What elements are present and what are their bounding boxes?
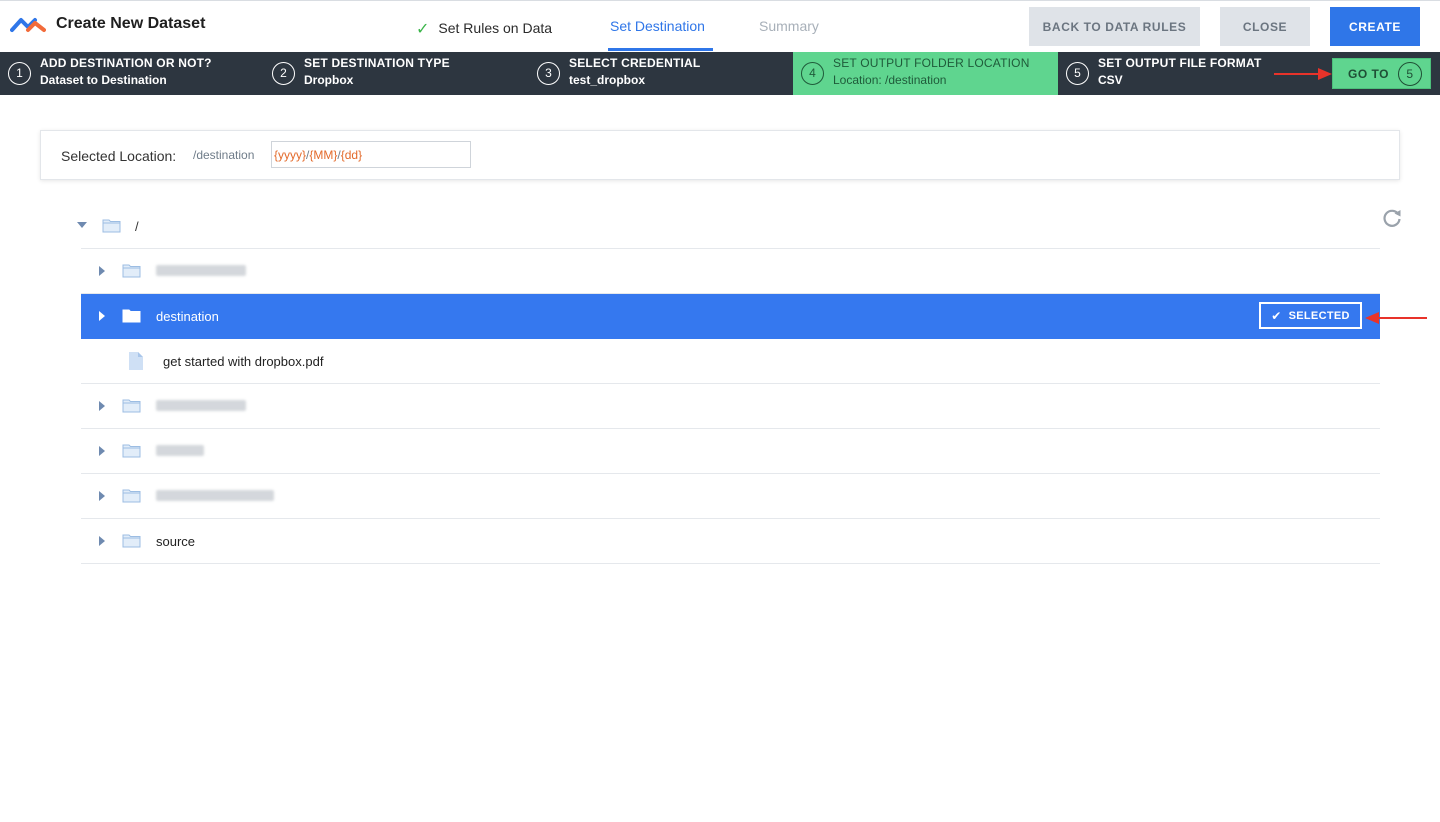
folder-icon: [122, 399, 141, 413]
folder-tree: / destination ✔ SELECTED get started with…: [77, 203, 1401, 564]
steps-bar: 1 ADD DESTINATION OR NOT? Dataset to Des…: [0, 52, 1440, 95]
go-to-label: GO TO: [1348, 66, 1389, 81]
pattern-token-month: {MM}: [309, 148, 338, 162]
pattern-token-year: {yyyy}: [274, 148, 307, 162]
check-icon: ✔: [1271, 308, 1282, 323]
tree-row-folder[interactable]: [81, 429, 1380, 474]
caret-right-icon[interactable]: [99, 401, 105, 411]
caret-right-icon[interactable]: [99, 491, 105, 501]
folder-icon: [122, 489, 141, 503]
go-to-step-button[interactable]: GO TO 5: [1332, 58, 1431, 89]
tree-row-folder[interactable]: [81, 384, 1380, 429]
step-3[interactable]: 3 SELECT CREDENTIAL test_dropbox: [529, 52, 793, 95]
folder-icon: [122, 444, 141, 458]
page-title: Create New Dataset: [56, 15, 206, 32]
active-tab-indicator: [608, 48, 713, 51]
step-value: Location: /destination: [833, 73, 947, 87]
tree-row-folder[interactable]: source: [81, 519, 1380, 564]
folder-pattern-input[interactable]: {yyyy}/{MM}/{dd}: [271, 141, 471, 168]
tree-row-folder-selected[interactable]: destination ✔ SELECTED: [81, 294, 1380, 339]
folder-icon: [122, 309, 141, 323]
caret-right-icon[interactable]: [99, 446, 105, 456]
step-2[interactable]: 2 SET DESTINATION TYPE Dropbox: [264, 52, 529, 95]
selected-location-path: /destination: [193, 148, 255, 162]
folder-icon: [122, 264, 141, 278]
file-icon: [129, 352, 143, 370]
create-button[interactable]: CREATE: [1330, 7, 1420, 46]
selected-badge-label: SELECTED: [1288, 309, 1350, 322]
back-to-data-rules-button[interactable]: BACK TO DATA RULES: [1029, 7, 1200, 46]
tree-row-file[interactable]: get started with dropbox.pdf: [81, 339, 1380, 384]
check-icon: ✓: [416, 21, 430, 38]
step-title: SET DESTINATION TYPE: [304, 56, 450, 70]
step-number: 1: [8, 62, 31, 85]
redacted-folder-name: [156, 265, 246, 276]
step-4-active[interactable]: 4 SET OUTPUT FOLDER LOCATION Location: /…: [793, 52, 1058, 95]
step-value: CSV: [1098, 73, 1123, 87]
step-number: 3: [537, 62, 560, 85]
tab-summary[interactable]: Summary: [759, 18, 819, 34]
step-number: 4: [801, 62, 824, 85]
redacted-folder-name: [156, 400, 246, 411]
tree-row-folder[interactable]: [81, 249, 1380, 294]
step-number: 5: [1066, 62, 1089, 85]
file-name: get started with dropbox.pdf: [163, 354, 324, 369]
selected-location-label: Selected Location:: [61, 148, 177, 164]
tree-root-label: /: [135, 219, 139, 234]
step-title: SET OUTPUT FILE FORMAT: [1098, 56, 1262, 70]
app-header: Create New Dataset ✓ Set Rules on Data Se…: [0, 0, 1440, 52]
tab-set-rules[interactable]: ✓ Set Rules on Data: [416, 18, 552, 38]
annotation-arrow-icon: [1274, 68, 1332, 80]
close-button[interactable]: CLOSE: [1220, 7, 1310, 46]
folder-icon: [122, 534, 141, 548]
caret-right-icon[interactable]: [99, 266, 105, 276]
caret-right-icon[interactable]: [99, 536, 105, 546]
selected-badge[interactable]: ✔ SELECTED: [1259, 302, 1362, 329]
step-value: Dropbox: [304, 73, 354, 87]
redacted-folder-name: [156, 445, 204, 456]
folder-icon: [102, 219, 121, 233]
step-title: SELECT CREDENTIAL: [569, 56, 701, 70]
tab-set-destination[interactable]: Set Destination: [610, 18, 705, 34]
step-1[interactable]: 1 ADD DESTINATION OR NOT? Dataset to Des…: [0, 52, 264, 95]
tab-label: Set Rules on Data: [438, 20, 553, 36]
folder-name: source: [156, 534, 196, 549]
step-number: 2: [272, 62, 295, 85]
tree-row-folder[interactable]: [81, 474, 1380, 519]
go-to-step-number: 5: [1397, 61, 1422, 86]
refresh-icon[interactable]: [1381, 207, 1403, 229]
redacted-folder-name: [156, 490, 274, 501]
selected-location-panel: Selected Location: /destination {yyyy}/{…: [40, 130, 1400, 180]
tree-root-row[interactable]: /: [77, 203, 1401, 249]
pattern-token-day: {dd}: [340, 148, 363, 162]
step-value: Dataset to Destination: [40, 73, 167, 87]
step-title: ADD DESTINATION OR NOT?: [40, 56, 212, 70]
caret-down-icon[interactable]: [77, 222, 87, 228]
annotation-arrow-icon: [1365, 312, 1427, 324]
caret-right-icon[interactable]: [99, 311, 105, 321]
step-title: SET OUTPUT FOLDER LOCATION: [833, 56, 1030, 70]
folder-name: destination: [156, 309, 219, 324]
step-value: test_dropbox: [569, 73, 646, 87]
app-logo-icon: [10, 18, 46, 32]
